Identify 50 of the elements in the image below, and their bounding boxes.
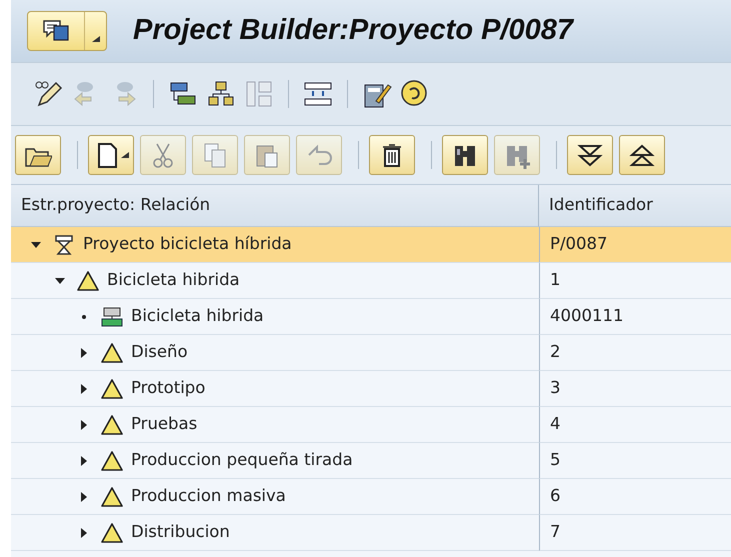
identifier-cell: 3 bbox=[539, 371, 731, 407]
column-header[interactable]: Identificador bbox=[539, 185, 731, 227]
tree-row[interactable]: Diseño bbox=[11, 335, 539, 371]
expand-all-button[interactable] bbox=[567, 135, 613, 175]
menu-button[interactable] bbox=[27, 11, 107, 51]
tree-node-label[interactable]: Prototipo bbox=[131, 376, 206, 401]
collapse-all-button[interactable] bbox=[619, 135, 665, 175]
triangle-icon bbox=[77, 270, 99, 292]
window-title: Project Builder:Proyecto P/0087 bbox=[133, 13, 573, 48]
tree-node-label[interactable]: Distribucion bbox=[131, 520, 230, 545]
tree-node-label[interactable]: Pruebas bbox=[131, 412, 198, 437]
tree-node-label[interactable]: Bicicleta hibrida bbox=[131, 304, 264, 329]
identifier-cell: P/0087 bbox=[539, 227, 731, 263]
identifier-cell: 6 bbox=[539, 479, 731, 515]
column-header[interactable]: Estr.proyecto: Relación bbox=[11, 185, 539, 227]
tree-node-label[interactable]: Proyecto bicicleta híbrida bbox=[83, 232, 292, 257]
identifier-cell: 5 bbox=[539, 443, 731, 479]
tree-row[interactable]: Distribucion bbox=[11, 515, 539, 551]
tree-row[interactable]: Pruebas bbox=[11, 407, 539, 443]
identifier-cell: 7 bbox=[539, 515, 731, 551]
tree-node-label[interactable]: Produccion masiva bbox=[131, 484, 286, 509]
triangle-icon bbox=[101, 414, 123, 436]
identifier-cell: 2 bbox=[539, 335, 731, 371]
folder-button[interactable] bbox=[15, 135, 61, 175]
pencil-icon bbox=[33, 79, 63, 109]
tree-row[interactable]: Bicicleta hibrida bbox=[11, 299, 539, 335]
triangle-icon bbox=[101, 342, 123, 364]
caret-icon bbox=[121, 152, 129, 158]
binoculars-button[interactable] bbox=[442, 135, 488, 175]
tree-row[interactable]: Prototipo bbox=[11, 371, 539, 407]
triangle-icon bbox=[101, 378, 123, 400]
tree-node-label[interactable]: Diseño bbox=[131, 340, 188, 365]
triangle-icon bbox=[101, 450, 123, 472]
network-icon bbox=[101, 306, 123, 328]
trash-button[interactable] bbox=[369, 135, 415, 175]
triangle-icon bbox=[101, 486, 123, 508]
document-button[interactable] bbox=[88, 135, 134, 175]
identifier-cell: 1 bbox=[539, 263, 731, 299]
tree-row[interactable]: Produccion pequeña tirada bbox=[11, 443, 539, 479]
tree-row[interactable]: Proyecto bicicleta híbrida bbox=[11, 227, 539, 263]
identifier-cell: 4000111 bbox=[539, 299, 731, 335]
identifier-cell: 4 bbox=[539, 407, 731, 443]
tree-row[interactable]: Bicicleta hibrida bbox=[11, 263, 539, 299]
grid-icon bbox=[244, 79, 274, 109]
project-icon bbox=[53, 234, 75, 256]
caret-icon bbox=[92, 36, 100, 42]
tree-node-label[interactable]: Produccion pequeña tirada bbox=[131, 448, 353, 473]
tree-row[interactable]: Produccion masiva bbox=[11, 479, 539, 515]
tree-node-label[interactable]: Bicicleta hibrida bbox=[107, 268, 240, 293]
triangle-icon bbox=[101, 522, 123, 544]
